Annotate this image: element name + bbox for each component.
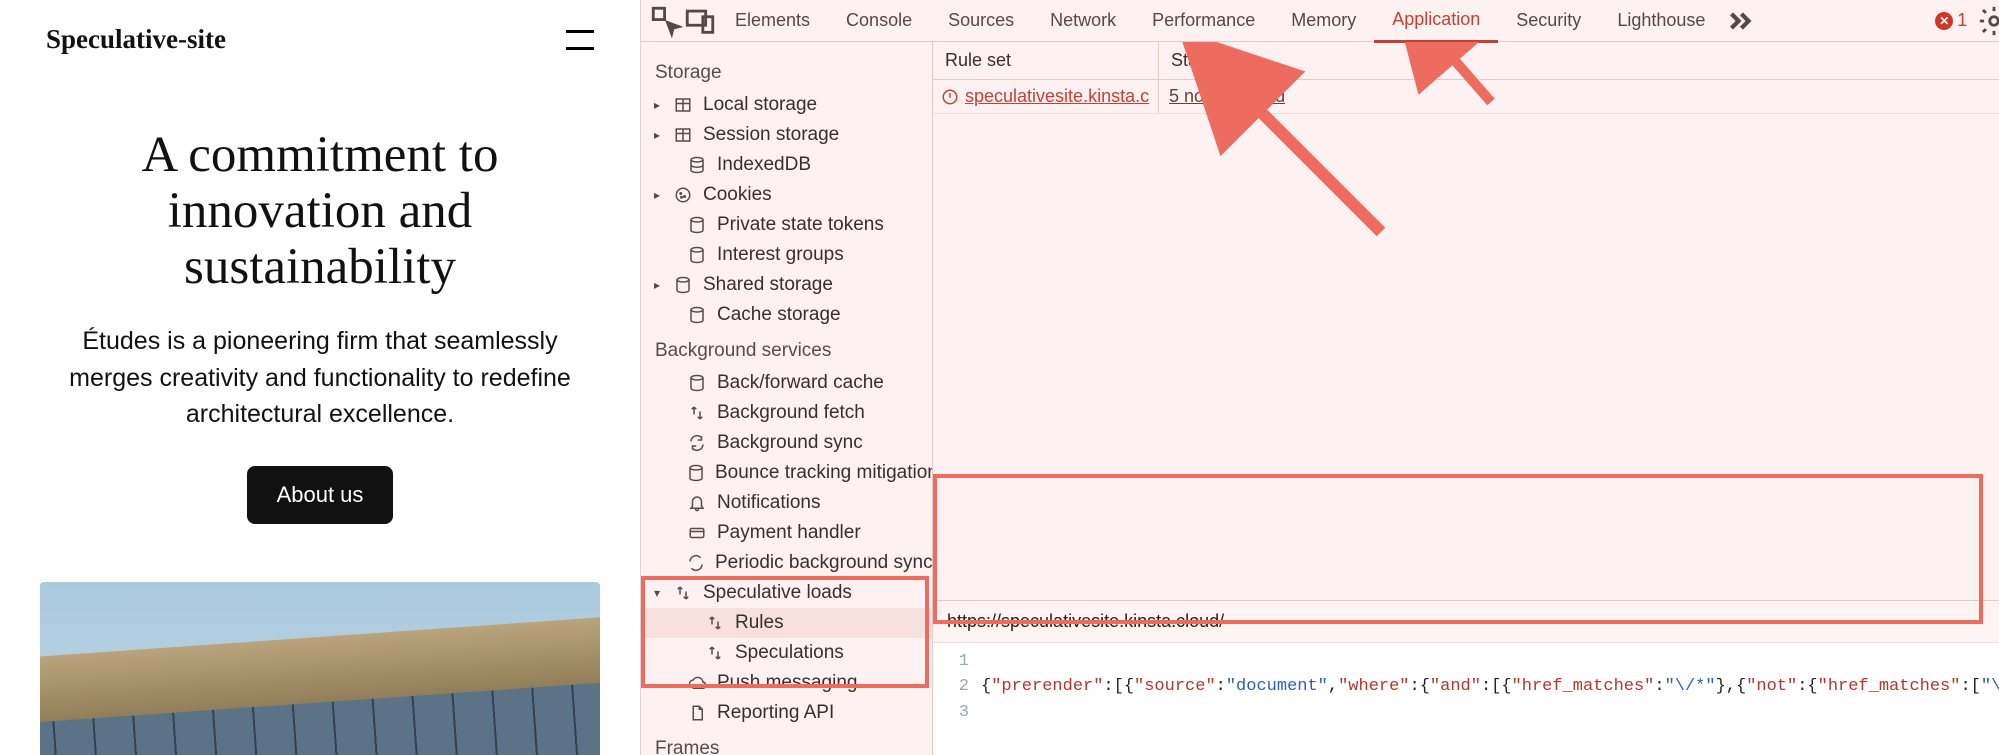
error-number: 1: [1957, 10, 1967, 31]
page-subheading: Études is a pioneering firm that seamles…: [55, 323, 585, 432]
sidebar-item-local-storage[interactable]: ▸Local storage: [641, 90, 932, 120]
website-pane: Speculative-site A commitment to innovat…: [0, 0, 640, 755]
table-icon: [673, 125, 693, 145]
line-number: 3: [937, 700, 969, 726]
rule-code-area[interactable]: 1 2 3 {"prerender":[{"source":"document"…: [933, 643, 1999, 755]
menu-icon[interactable]: [566, 30, 594, 50]
code-line: {"prerender":[{"source":"document","wher…: [981, 674, 1999, 700]
warning-icon: [941, 88, 959, 106]
tab-elements[interactable]: Elements: [717, 0, 828, 41]
tab-sources[interactable]: Sources: [930, 0, 1032, 41]
database-icon: [673, 275, 693, 295]
sidebar-section-frames: Frames: [641, 728, 932, 755]
sidebar-item-indexeddb[interactable]: IndexedDB: [641, 150, 932, 180]
sync-icon: [687, 553, 705, 573]
application-sidebar[interactable]: Storage ▸Local storage ▸Session storage …: [641, 42, 933, 755]
sidebar-item-speculations[interactable]: Speculations: [641, 638, 932, 668]
rule-status[interactable]: 5 not triggered: [1159, 80, 1999, 113]
rule-row[interactable]: speculativesite.kinsta.c 5 not triggered: [933, 80, 1999, 114]
tab-performance[interactable]: Performance: [1134, 0, 1273, 41]
fetch-icon: [687, 403, 707, 423]
table-icon: [673, 95, 693, 115]
devtools-pane: Elements Console Sources Network Perform…: [640, 0, 1999, 755]
database-icon: [687, 463, 705, 483]
cloud-icon: [687, 673, 707, 693]
fetch-icon: [705, 613, 725, 633]
sidebar-item-cache-storage[interactable]: Cache storage: [641, 300, 932, 330]
sidebar-item-bounce[interactable]: Bounce tracking mitigations: [641, 458, 932, 488]
about-button[interactable]: About us: [247, 466, 394, 524]
database-icon: [687, 245, 707, 265]
sidebar-item-shared-storage[interactable]: ▸Shared storage: [641, 270, 932, 300]
rules-main-panel: Rule set Status speculativesite.kinsta.c…: [933, 42, 1999, 755]
sidebar-item-notifications[interactable]: Notifications: [641, 488, 932, 518]
sidebar-item-reporting[interactable]: Reporting API: [641, 698, 932, 728]
database-icon: [687, 305, 707, 325]
line-number: 2: [937, 674, 969, 700]
sidebar-section-background: Background services: [641, 330, 932, 368]
device-toggle-icon[interactable]: [683, 4, 717, 38]
sidebar-item-rules[interactable]: Rules: [641, 608, 932, 638]
sidebar-item-bfcache[interactable]: Back/forward cache: [641, 368, 932, 398]
sidebar-item-bgfetch[interactable]: Background fetch: [641, 398, 932, 428]
tab-console[interactable]: Console: [828, 0, 930, 41]
sidebar-item-push[interactable]: Push messaging: [641, 668, 932, 698]
sidebar-item-pbs[interactable]: Periodic background sync: [641, 548, 932, 578]
file-icon: [687, 703, 707, 723]
devtools-tab-bar: Elements Console Sources Network Perform…: [641, 0, 1999, 42]
fetch-icon: [673, 583, 693, 603]
more-tabs-icon[interactable]: [1723, 4, 1757, 38]
tab-security[interactable]: Security: [1498, 0, 1599, 41]
sidebar-item-payment[interactable]: Payment handler: [641, 518, 932, 548]
settings-icon[interactable]: [1977, 4, 1999, 38]
hero-image: [40, 582, 600, 755]
rule-detail-url[interactable]: https://speculativesite.kinsta.cloud/: [933, 601, 1999, 643]
sidebar-item-interest-groups[interactable]: Interest groups: [641, 240, 932, 270]
cookie-icon: [673, 185, 693, 205]
site-title[interactable]: Speculative-site: [46, 24, 226, 55]
sidebar-item-cookies[interactable]: ▸Cookies: [641, 180, 932, 210]
fetch-icon: [705, 643, 725, 663]
error-icon: ✕: [1935, 12, 1953, 30]
tab-lighthouse[interactable]: Lighthouse: [1599, 0, 1723, 41]
sidebar-item-bgsync[interactable]: Background sync: [641, 428, 932, 458]
line-number: 1: [937, 649, 969, 675]
bell-icon: [687, 493, 707, 513]
tab-memory[interactable]: Memory: [1273, 0, 1374, 41]
sidebar-section-storage: Storage: [641, 52, 932, 90]
tab-application[interactable]: Application: [1374, 0, 1498, 43]
database-icon: [687, 373, 707, 393]
database-icon: [687, 155, 707, 175]
sync-icon: [687, 433, 707, 453]
sidebar-item-pst[interactable]: Private state tokens: [641, 210, 932, 240]
card-icon: [687, 523, 707, 543]
error-count[interactable]: ✕ 1: [1935, 10, 1967, 31]
rule-set-name: speculativesite.kinsta.c: [965, 86, 1149, 107]
column-header-status[interactable]: Status: [1159, 42, 1999, 79]
column-header-ruleset[interactable]: Rule set: [933, 42, 1159, 79]
page-heading: A commitment to innovation and sustainab…: [46, 127, 594, 295]
rule-detail-pane: https://speculativesite.kinsta.cloud/ 1 …: [933, 600, 1999, 755]
database-icon: [687, 215, 707, 235]
inspect-icon[interactable]: [649, 4, 683, 38]
tab-network[interactable]: Network: [1032, 0, 1134, 41]
sidebar-item-session-storage[interactable]: ▸Session storage: [641, 120, 932, 150]
rule-cell: speculativesite.kinsta.c: [933, 80, 1159, 113]
sidebar-item-speculative-loads[interactable]: ▾Speculative loads: [641, 578, 932, 608]
